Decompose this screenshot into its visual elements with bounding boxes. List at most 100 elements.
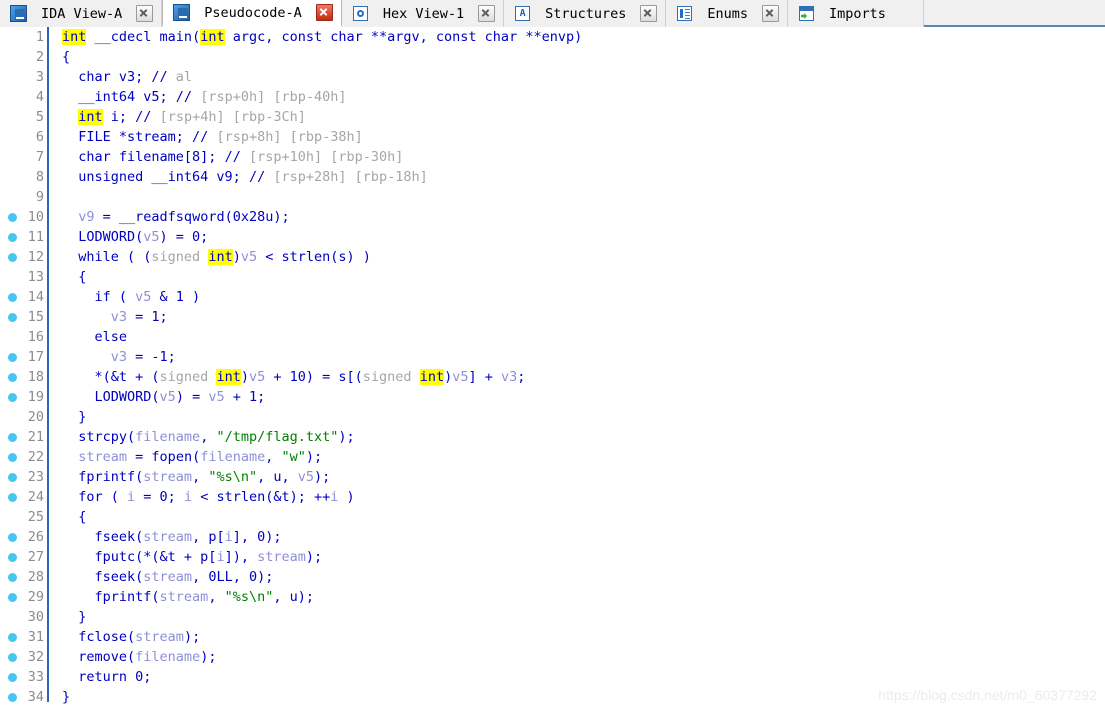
pseudocode-view[interactable]: 1 2 3 4 5 6 7 8 9 10 11 12 13 14 15 16 17 18 19 20 21 22 23 24 2… [0,27,1105,725]
gutter-line[interactable]: 20 [0,407,47,427]
gutter-line[interactable]: 13 [0,267,47,287]
breakpoint-dot-icon[interactable] [8,453,17,462]
gutter-line[interactable]: 9 [0,187,47,207]
breakpoint-dot-icon[interactable] [8,253,17,262]
gutter-line[interactable]: 23 [0,467,47,487]
tab-enums[interactable]: Enums [666,0,789,27]
breakpoint-dot-icon[interactable] [8,693,17,702]
gutter-line[interactable]: 17 [0,347,47,367]
tab-structures[interactable]: A Structures [504,0,667,27]
code-line[interactable]: fclose(stream); [49,627,1105,647]
gutter-line[interactable]: 5 [0,107,47,127]
gutter-line[interactable]: 27 [0,547,47,567]
breakpoint-dot-icon[interactable] [8,533,17,542]
code-line[interactable]: if ( v5 & 1 ) [49,287,1105,307]
breakpoint-dot-icon[interactable] [8,313,17,322]
line-number-gutter[interactable]: 1 2 3 4 5 6 7 8 9 10 11 12 13 14 15 16 17 18 19 20 21 22 23 24 2… [0,27,47,725]
gutter-line[interactable]: 26 [0,527,47,547]
code-line[interactable]: LODWORD(v5) = v5 + 1; [49,387,1105,407]
code-line[interactable]: fseek(stream, 0LL, 0); [49,567,1105,587]
breakpoint-dot-icon[interactable] [8,233,17,242]
code-line[interactable]: while ( (signed int)v5 < strlen(s) ) [49,247,1105,267]
breakpoint-dot-icon[interactable] [8,213,17,222]
gutter-line[interactable]: 18 [0,367,47,387]
gutter-line[interactable]: 34 [0,687,47,707]
code-line[interactable] [49,187,1105,207]
breakpoint-dot-icon[interactable] [8,553,17,562]
tab-imports[interactable]: Imports [788,0,924,27]
gutter-line[interactable]: 6 [0,127,47,147]
gutter-line[interactable]: 12 [0,247,47,267]
gutter-line[interactable]: 1 [0,27,47,47]
code-line[interactable]: FILE *stream; // [rsp+8h] [rbp-38h] [49,127,1105,147]
breakpoint-dot-icon[interactable] [8,633,17,642]
gutter-line[interactable]: 28 [0,567,47,587]
breakpoint-dot-icon[interactable] [8,673,17,682]
code-line[interactable]: fprintf(stream, "%s\n", u, v5); [49,467,1105,487]
breakpoint-dot-icon[interactable] [8,573,17,582]
code-line[interactable]: strcpy(filename, "/tmp/flag.txt"); [49,427,1105,447]
gutter-line[interactable]: 22 [0,447,47,467]
gutter-line[interactable]: 29 [0,587,47,607]
code-line[interactable]: v9 = __readfsqword(0x28u); [49,207,1105,227]
gutter-line[interactable]: 10 [0,207,47,227]
gutter-line[interactable]: 21 [0,427,47,447]
gutter-line[interactable]: 3 [0,67,47,87]
tab-pseudocode-a[interactable]: Pseudocode-A [162,0,342,27]
code-line[interactable]: for ( i = 0; i < strlen(&t); ++i ) [49,487,1105,507]
gutter-line[interactable]: 4 [0,87,47,107]
gutter-line[interactable]: 19 [0,387,47,407]
breakpoint-dot-icon[interactable] [8,373,17,382]
gutter-line[interactable]: 16 [0,327,47,347]
gutter-line[interactable]: 25 [0,507,47,527]
breakpoint-dot-icon[interactable] [8,433,17,442]
code-line[interactable]: char filename[8]; // [rsp+10h] [rbp-30h] [49,147,1105,167]
code-line[interactable]: return 0; [49,667,1105,687]
close-icon[interactable] [762,5,780,22]
gutter-line[interactable]: 15 [0,307,47,327]
code-line[interactable]: v3 = 1; [49,307,1105,327]
tab-ida-view-a[interactable]: IDA View-A [0,0,163,27]
code-line[interactable]: } [49,407,1105,427]
code-line[interactable]: { [49,267,1105,287]
tab-hex-view-1[interactable]: Hex View-1 [341,0,505,27]
code-line[interactable]: __int64 v5; // [rsp+0h] [rbp-40h] [49,87,1105,107]
close-icon[interactable] [478,5,496,22]
gutter-line[interactable]: 2 [0,47,47,67]
gutter-line[interactable]: 11 [0,227,47,247]
code-line[interactable]: LODWORD(v5) = 0; [49,227,1105,247]
code-line[interactable]: } [49,607,1105,627]
close-icon[interactable] [136,5,154,22]
gutter-line[interactable]: 7 [0,147,47,167]
code-line[interactable]: fprintf(stream, "%s\n", u); [49,587,1105,607]
close-icon[interactable] [640,5,658,22]
gutter-line[interactable]: 32 [0,647,47,667]
code-line[interactable]: int __cdecl main(int argc, const char **… [49,27,1105,47]
code-line[interactable]: fputc(*(&t + p[i]), stream); [49,547,1105,567]
gutter-line[interactable]: 8 [0,167,47,187]
code-line[interactable]: { [49,507,1105,527]
code-line[interactable]: int i; // [rsp+4h] [rbp-3Ch] [49,107,1105,127]
gutter-line[interactable]: 33 [0,667,47,687]
breakpoint-dot-icon[interactable] [8,353,17,362]
code-line[interactable]: } [49,687,1105,707]
gutter-line[interactable]: 14 [0,287,47,307]
code-line[interactable]: *(&t + (signed int)v5 + 10) = s[(signed … [49,367,1105,387]
code-text[interactable]: int __cdecl main(int argc, const char **… [49,27,1105,725]
breakpoint-dot-icon[interactable] [8,293,17,302]
code-line[interactable]: else [49,327,1105,347]
code-line[interactable]: stream = fopen(filename, "w"); [49,447,1105,467]
breakpoint-dot-icon[interactable] [8,653,17,662]
code-line[interactable]: v3 = -1; [49,347,1105,367]
gutter-line[interactable]: 24 [0,487,47,507]
code-line[interactable]: remove(filename); [49,647,1105,667]
breakpoint-dot-icon[interactable] [8,393,17,402]
breakpoint-dot-icon[interactable] [8,593,17,602]
code-line[interactable]: unsigned __int64 v9; // [rsp+28h] [rbp-1… [49,167,1105,187]
code-line[interactable]: fseek(stream, p[i], 0); [49,527,1105,547]
close-icon[interactable] [315,4,333,21]
code-line[interactable]: { [49,47,1105,67]
gutter-line[interactable]: 30 [0,607,47,627]
code-line[interactable]: char v3; // al [49,67,1105,87]
gutter-line[interactable]: 31 [0,627,47,647]
